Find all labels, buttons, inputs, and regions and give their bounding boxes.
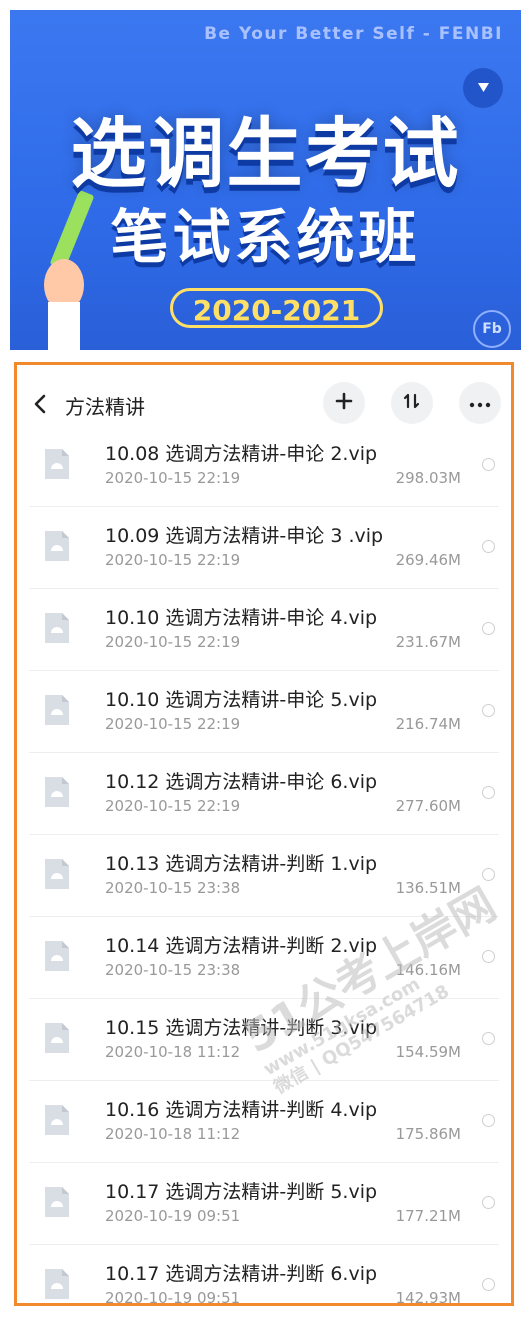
- file-name: 10.17 选调方法精讲-判断 6.vip: [105, 1263, 378, 1285]
- file-icon: [43, 1267, 71, 1301]
- file-date: 2020-10-15 23:38: [105, 879, 241, 897]
- file-name: 10.17 选调方法精讲-判断 5.vip: [105, 1181, 378, 1203]
- file-row[interactable]: 10.12 选调方法精讲-申论 6.vip 2020-10-15 22:19 277…: [29, 753, 499, 835]
- folder-title: 方法精讲: [65, 395, 145, 419]
- file-size: 177.21M: [395, 1207, 461, 1225]
- more-button[interactable]: [459, 382, 501, 424]
- file-name: 10.15 选调方法精讲-判断 3.vip: [105, 1017, 378, 1039]
- file-row[interactable]: 10.14 选调方法精讲-判断 2.vip 2020-10-15 23:38 146…: [29, 917, 499, 999]
- file-row[interactable]: 10.17 选调方法精讲-判断 6.vip 2020-10-19 09:51 142…: [29, 1245, 499, 1306]
- file-date: 2020-10-15 22:19: [105, 633, 241, 651]
- sort-button[interactable]: [391, 382, 433, 424]
- file-name: 10.09 选调方法精讲-申论 3 .vip: [105, 525, 384, 547]
- fenbi-logo: Fb: [473, 310, 511, 348]
- file-icon: [43, 693, 71, 727]
- file-date: 2020-10-15 22:19: [105, 797, 241, 815]
- file-size: 298.03M: [395, 469, 461, 487]
- file-icon: [43, 939, 71, 973]
- select-radio[interactable]: [482, 786, 495, 799]
- select-radio[interactable]: [482, 540, 495, 553]
- file-size: 136.51M: [395, 879, 461, 897]
- file-date: 2020-10-15 22:19: [105, 551, 241, 569]
- add-button[interactable]: [323, 382, 365, 424]
- file-name: 10.10 选调方法精讲-申论 4.vip: [105, 607, 378, 629]
- select-radio[interactable]: [482, 704, 495, 717]
- file-size: 216.74M: [395, 715, 461, 733]
- file-name: 10.13 选调方法精讲-判断 1.vip: [105, 853, 378, 875]
- file-name: 10.12 选调方法精讲-申论 6.vip: [105, 771, 378, 793]
- file-date: 2020-10-18 11:12: [105, 1043, 241, 1061]
- back-icon[interactable]: [27, 391, 53, 417]
- file-date: 2020-10-19 09:51: [105, 1289, 241, 1306]
- select-radio[interactable]: [482, 1278, 495, 1291]
- select-radio[interactable]: [482, 950, 495, 963]
- file-date: 2020-10-19 09:51: [105, 1207, 241, 1225]
- file-size: 231.67M: [395, 633, 461, 651]
- sort-icon: [402, 391, 422, 415]
- banner-title-line1: 选调生考试: [70, 109, 461, 198]
- select-radio[interactable]: [482, 1196, 495, 1209]
- file-icon: [43, 857, 71, 891]
- file-date: 2020-10-15 22:19: [105, 469, 241, 487]
- file-size: 269.46M: [395, 551, 461, 569]
- file-date: 2020-10-15 23:38: [105, 961, 241, 979]
- file-icon: [43, 447, 71, 481]
- file-size: 277.60M: [395, 797, 461, 815]
- file-size: 146.16M: [395, 961, 461, 979]
- file-icon: [43, 1021, 71, 1055]
- file-size: 142.93M: [395, 1289, 461, 1306]
- file-list-panel: 方法精讲 10.08 选调方法精讲-申论 2.vip 2020-10-15 22:…: [14, 362, 514, 1306]
- file-icon: [43, 611, 71, 645]
- file-icon: [43, 1103, 71, 1137]
- file-list: 10.08 选调方法精讲-申论 2.vip 2020-10-15 22:19 298…: [17, 425, 511, 1306]
- file-name: 10.16 选调方法精讲-判断 4.vip: [105, 1099, 378, 1121]
- file-row[interactable]: 10.08 选调方法精讲-申论 2.vip 2020-10-15 22:19 298…: [29, 425, 499, 507]
- year-badge: 2020-2021: [170, 288, 383, 328]
- file-row[interactable]: 10.16 选调方法精讲-判断 4.vip 2020-10-18 11:12 175…: [29, 1081, 499, 1163]
- file-icon: [43, 775, 71, 809]
- file-row[interactable]: 10.17 选调方法精讲-判断 5.vip 2020-10-19 09:51 177…: [29, 1163, 499, 1245]
- course-banner: Be Your Better Self - FENBI 选调生考试 笔试系统班 …: [10, 10, 521, 350]
- select-radio[interactable]: [482, 622, 495, 635]
- file-size: 175.86M: [395, 1125, 461, 1143]
- file-row[interactable]: 10.10 选调方法精讲-申论 4.vip 2020-10-15 22:19 231…: [29, 589, 499, 671]
- banner-tagline: Be Your Better Self - FENBI: [204, 24, 503, 44]
- select-radio[interactable]: [482, 868, 495, 881]
- file-icon: [43, 1185, 71, 1219]
- file-name: 10.08 选调方法精讲-申论 2.vip: [105, 443, 378, 465]
- file-row[interactable]: 10.09 选调方法精讲-申论 3 .vip 2020-10-15 22:19 26…: [29, 507, 499, 589]
- banner-title-line2: 笔试系统班: [110, 203, 421, 271]
- plus-icon: [334, 391, 354, 415]
- file-date: 2020-10-18 11:12: [105, 1125, 241, 1143]
- file-row[interactable]: 10.15 选调方法精讲-判断 3.vip 2020-10-18 11:12 154…: [29, 999, 499, 1081]
- file-row[interactable]: 10.13 选调方法精讲-判断 1.vip 2020-10-15 23:38 136…: [29, 835, 499, 917]
- select-radio[interactable]: [482, 1114, 495, 1127]
- more-icon: [469, 394, 491, 413]
- select-radio[interactable]: [482, 1032, 495, 1045]
- file-row[interactable]: 10.10 选调方法精讲-申论 5.vip 2020-10-15 22:19 216…: [29, 671, 499, 753]
- file-size: 154.59M: [395, 1043, 461, 1061]
- file-name: 10.14 选调方法精讲-判断 2.vip: [105, 935, 378, 957]
- file-name: 10.10 选调方法精讲-申论 5.vip: [105, 689, 378, 711]
- file-date: 2020-10-15 22:19: [105, 715, 241, 733]
- select-radio[interactable]: [482, 458, 495, 471]
- file-icon: [43, 529, 71, 563]
